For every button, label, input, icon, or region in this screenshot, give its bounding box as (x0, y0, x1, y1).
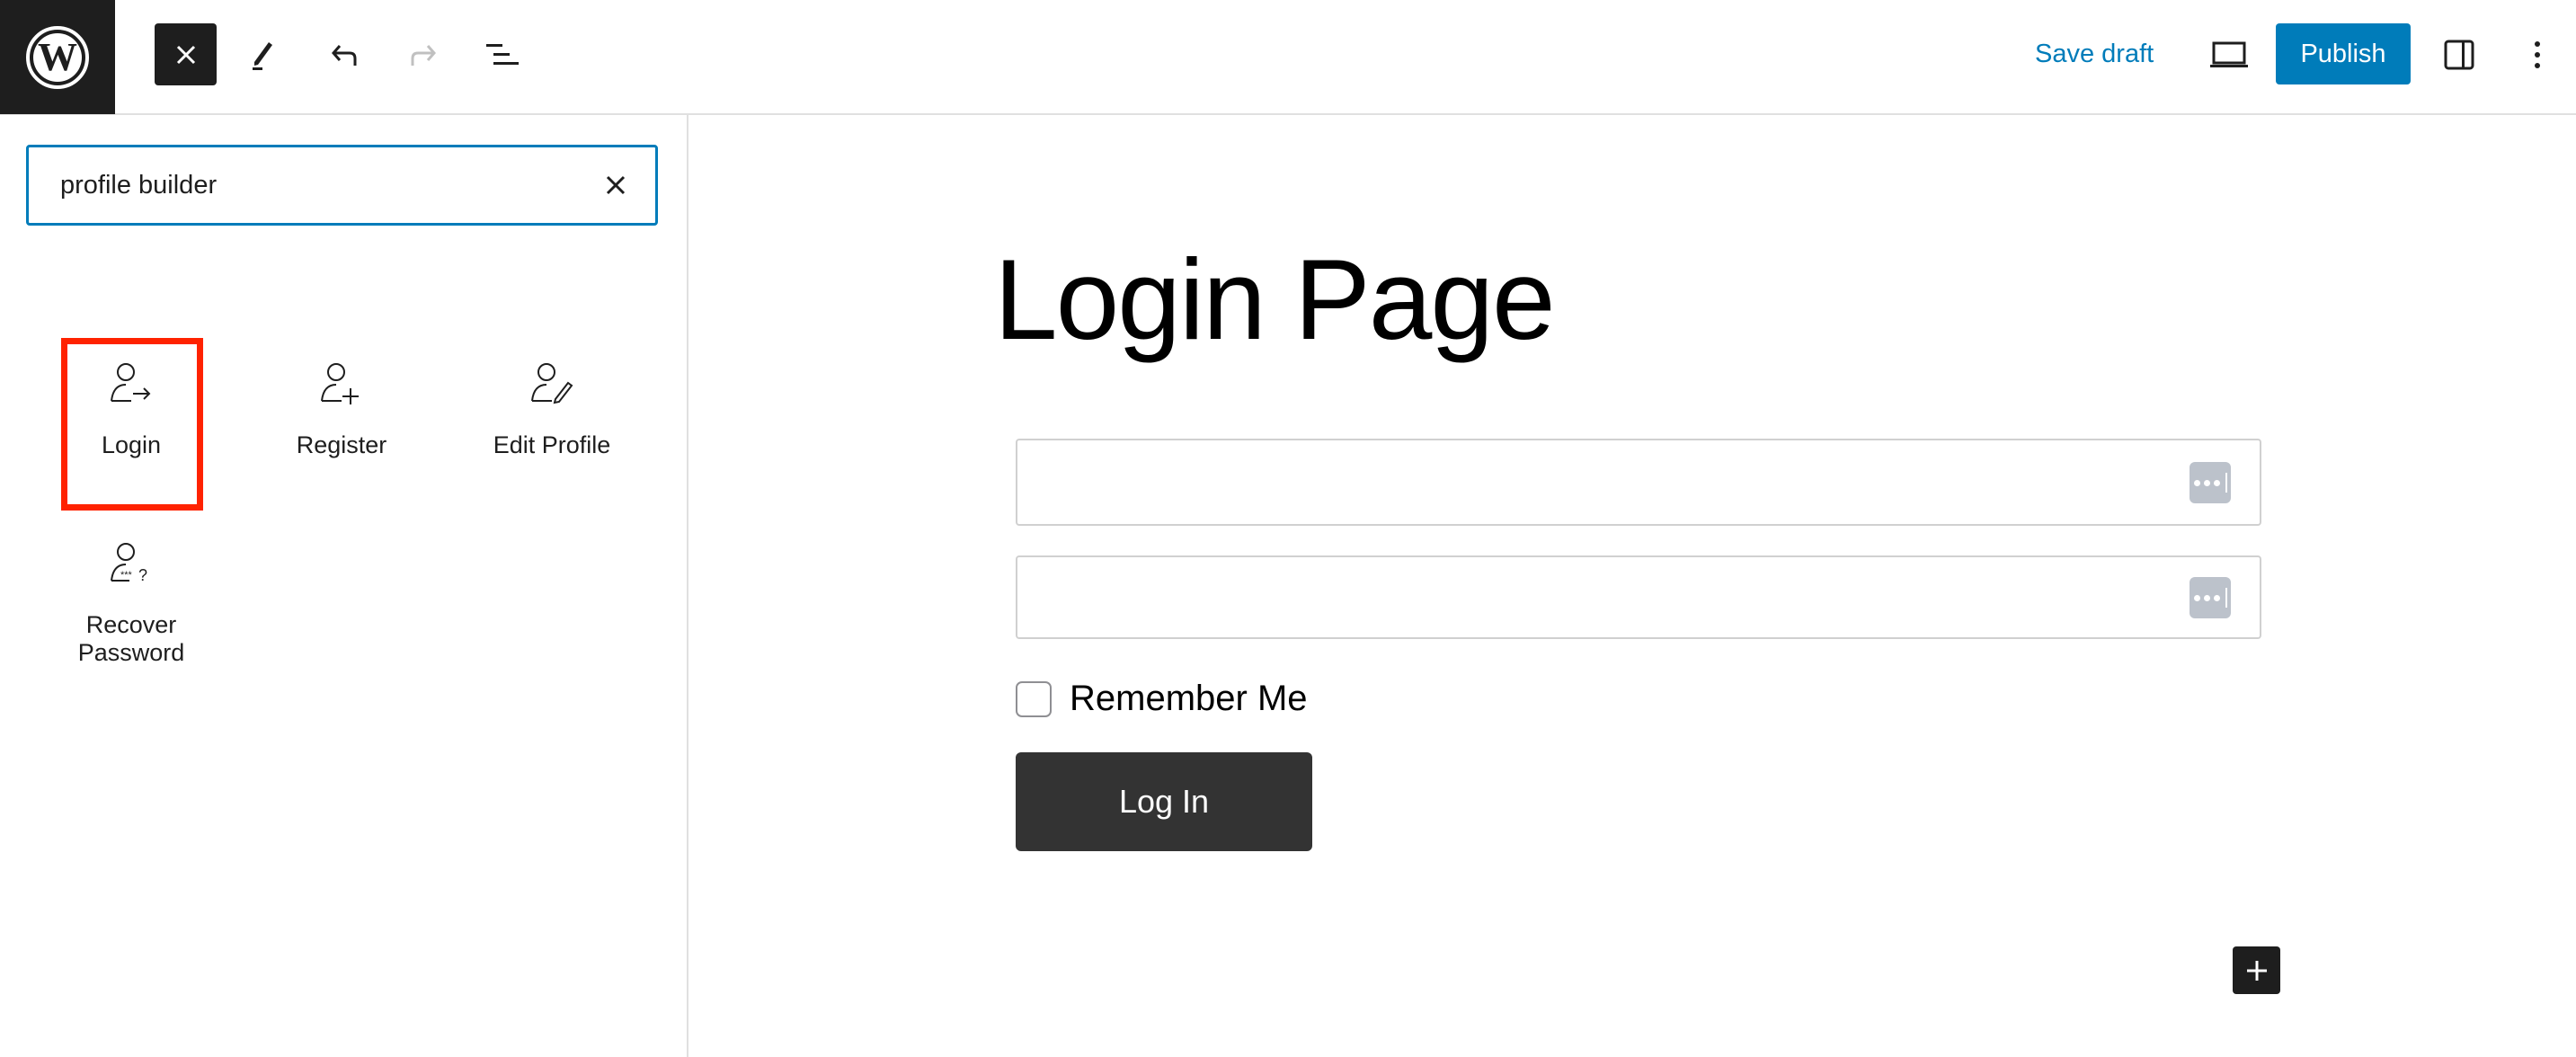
wordpress-logo-icon: W (26, 25, 89, 89)
block-register[interactable]: Register (252, 358, 431, 459)
editor-canvas[interactable]: Login Page Remember Me Log In (690, 117, 2576, 1057)
user-add-icon (315, 358, 369, 412)
close-inserter-button[interactable] (155, 23, 217, 85)
block-login[interactable]: Login (41, 358, 221, 459)
password-manager-icon[interactable] (2190, 462, 2231, 503)
log-in-button[interactable]: Log In (1016, 752, 1312, 851)
block-label: Register (296, 431, 387, 458)
block-label: Edit Profile (493, 431, 611, 458)
options-button[interactable] (2506, 23, 2568, 85)
svg-text:?: ? (138, 566, 147, 584)
remember-me-label: Remember Me (1070, 679, 1308, 718)
kebab-menu-icon (2534, 40, 2540, 68)
publish-button[interactable]: Publish (2276, 23, 2411, 84)
tools-button[interactable] (232, 23, 294, 85)
block-label: Recover Password (78, 611, 185, 667)
user-edit-icon (525, 358, 579, 412)
save-draft-button[interactable]: Save draft (2021, 23, 2168, 85)
sidebar-toggle-icon (2444, 40, 2474, 69)
user-password-icon: ***? (104, 537, 158, 591)
undo-button[interactable] (313, 23, 375, 85)
close-icon (606, 175, 626, 195)
editor-header: W Save draft Publish (0, 0, 2576, 115)
user-login-icon (104, 358, 158, 412)
svg-text:W: W (38, 35, 77, 79)
block-label-line: Recover (85, 611, 177, 638)
list-view-icon (485, 43, 519, 65)
wordpress-logo-button[interactable]: W (0, 0, 115, 114)
page-title[interactable]: Login Page (994, 243, 1556, 357)
redo-button[interactable] (392, 23, 454, 85)
svg-text:***: *** (120, 570, 133, 581)
document-overview-button[interactable] (471, 23, 533, 85)
username-field[interactable] (1016, 439, 2261, 526)
password-field[interactable] (1016, 555, 2261, 639)
plus-icon (2246, 960, 2267, 981)
block-inserter-panel: Login Register Edit Profile ***? Recover… (0, 115, 688, 1057)
block-search-input[interactable] (60, 170, 564, 200)
laptop-icon (2209, 41, 2248, 67)
close-icon (176, 45, 195, 64)
block-search-field[interactable] (26, 145, 658, 226)
block-edit-profile[interactable]: Edit Profile (462, 358, 642, 459)
clear-search-button[interactable] (596, 165, 635, 205)
undo-icon (331, 44, 356, 66)
password-manager-icon[interactable] (2190, 577, 2231, 618)
block-label: Login (101, 431, 162, 458)
settings-button[interactable] (2428, 23, 2490, 85)
remember-me-option[interactable]: Remember Me (1016, 679, 1308, 719)
remember-me-checkbox[interactable] (1016, 680, 1052, 717)
block-label-line: Password (77, 639, 185, 666)
pencil-icon (252, 41, 272, 70)
add-block-button[interactable] (2233, 946, 2280, 994)
redo-icon (411, 44, 436, 66)
preview-button[interactable] (2198, 23, 2260, 85)
block-recover-password[interactable]: ***? Recover Password (41, 537, 221, 667)
